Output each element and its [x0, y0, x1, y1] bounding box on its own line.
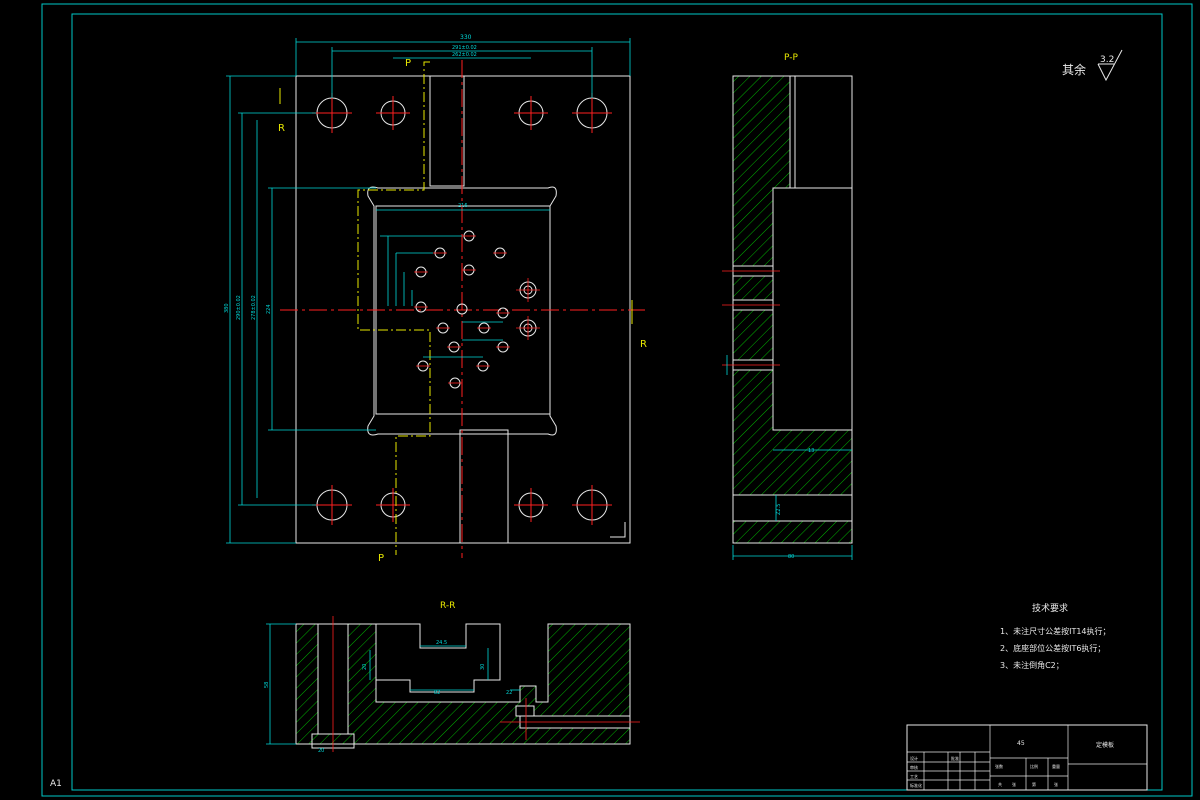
corner-mark [610, 522, 626, 538]
dim-rr-3: 20 [362, 664, 368, 670]
tb-cell-1: 设计 [910, 755, 918, 761]
dim-rr-5: 22 [506, 690, 512, 696]
tb-cell-2: 审核 [910, 764, 918, 770]
title-block: 45 定模板 设计 审核 工艺 标准化 批准 比例 重量 张数 共 张 第 张 [906, 724, 1148, 791]
rr-view-title: R-R [440, 601, 455, 611]
tb-cell-10: 张 [1012, 781, 1016, 787]
rr-pocket [376, 623, 501, 693]
dim-plan-width-3: 262±0.02 [452, 52, 477, 58]
roughness-value: 3.2 [1100, 55, 1114, 65]
dim-rr-6: 20 [318, 748, 324, 754]
section-mark-p-bottom: P [378, 553, 384, 564]
pp-section-view: P-P 80 13 Z2.5 [722, 53, 853, 560]
roughness-prefix: 其余 [1062, 62, 1086, 77]
tech-title: 技术要求 [1032, 602, 1068, 614]
tb-cell-5: 批准 [951, 755, 959, 761]
plan-view: P P R R 330 291±0.02 262±0.02 380 290±0. [224, 34, 647, 564]
dim-plan-overall-width: 330 [460, 34, 472, 41]
dim-plan-overall-height: 380 [224, 303, 230, 313]
top-slot [429, 75, 465, 187]
dim-plan-width-2: 291±0.02 [452, 45, 477, 51]
plan-dimensions [226, 38, 631, 544]
tech-requirements: 技术要求 1、未注尺寸公差按IT14执行； 2、底座部位公差按IT6执行； 3、… [1000, 602, 1111, 670]
dim-rr-4: 82 [434, 690, 440, 696]
section-mark-p-top: P [405, 58, 411, 69]
dim-rr-1: 24.5 [436, 640, 447, 646]
dim-rr-height: 58 [264, 682, 270, 688]
tb-cell-3: 工艺 [910, 774, 918, 779]
section-mark-r-left: R [278, 123, 285, 134]
dim-plan-height-4: 224 [266, 304, 272, 314]
section-mark-r-right: R [640, 339, 647, 350]
roughness-symbol: 其余 3.2 [1062, 49, 1123, 82]
sheet-label: A1 [50, 779, 62, 789]
tb-cell-9: 共 [998, 781, 1002, 787]
dim-plan-height-3: 278±0.02 [251, 295, 257, 320]
tb-cell-7: 重量 [1052, 763, 1060, 769]
title-part-name: 定模板 [1096, 741, 1114, 749]
tb-cell-4: 标准化 [910, 782, 922, 788]
pp-hatched-solid [732, 75, 853, 496]
tb-cell-8: 张数 [995, 763, 1003, 769]
dim-plan-height-2: 290±0.02 [236, 295, 242, 320]
drawing-sheet: A1 P P R R 330 291±0.02 262±0.02 380 290… [41, 3, 1193, 797]
tech-item-2: 2、底座部位公差按IT6执行； [1000, 643, 1105, 653]
dim-cavity-width: 216 [458, 203, 468, 209]
section-line-pp [357, 61, 431, 555]
pp-base-hatch [732, 520, 853, 544]
title-material: 45 [1017, 740, 1025, 747]
dim-rr-2: 30 [480, 664, 486, 670]
dim-pp-bottom: Z2.5 [776, 504, 782, 515]
tech-item-3: 3、未注倒角C2； [1000, 660, 1064, 670]
tb-cell-12: 张 [1054, 781, 1058, 787]
tech-item-1: 1、未注尺寸公差按IT14执行； [1000, 626, 1111, 636]
rr-section-view: R-R 58 24.5 30 20 82 22 20 [264, 601, 640, 754]
tb-cell-6: 比例 [1030, 763, 1038, 769]
bottom-slot [459, 429, 509, 544]
pp-view-title: P-P [784, 53, 798, 63]
dim-pp-width: 80 [788, 554, 794, 560]
dim-pp-thickness: 13 [808, 448, 814, 454]
cavity-pocket [367, 186, 557, 436]
tb-cell-11: 第 [1032, 781, 1036, 787]
